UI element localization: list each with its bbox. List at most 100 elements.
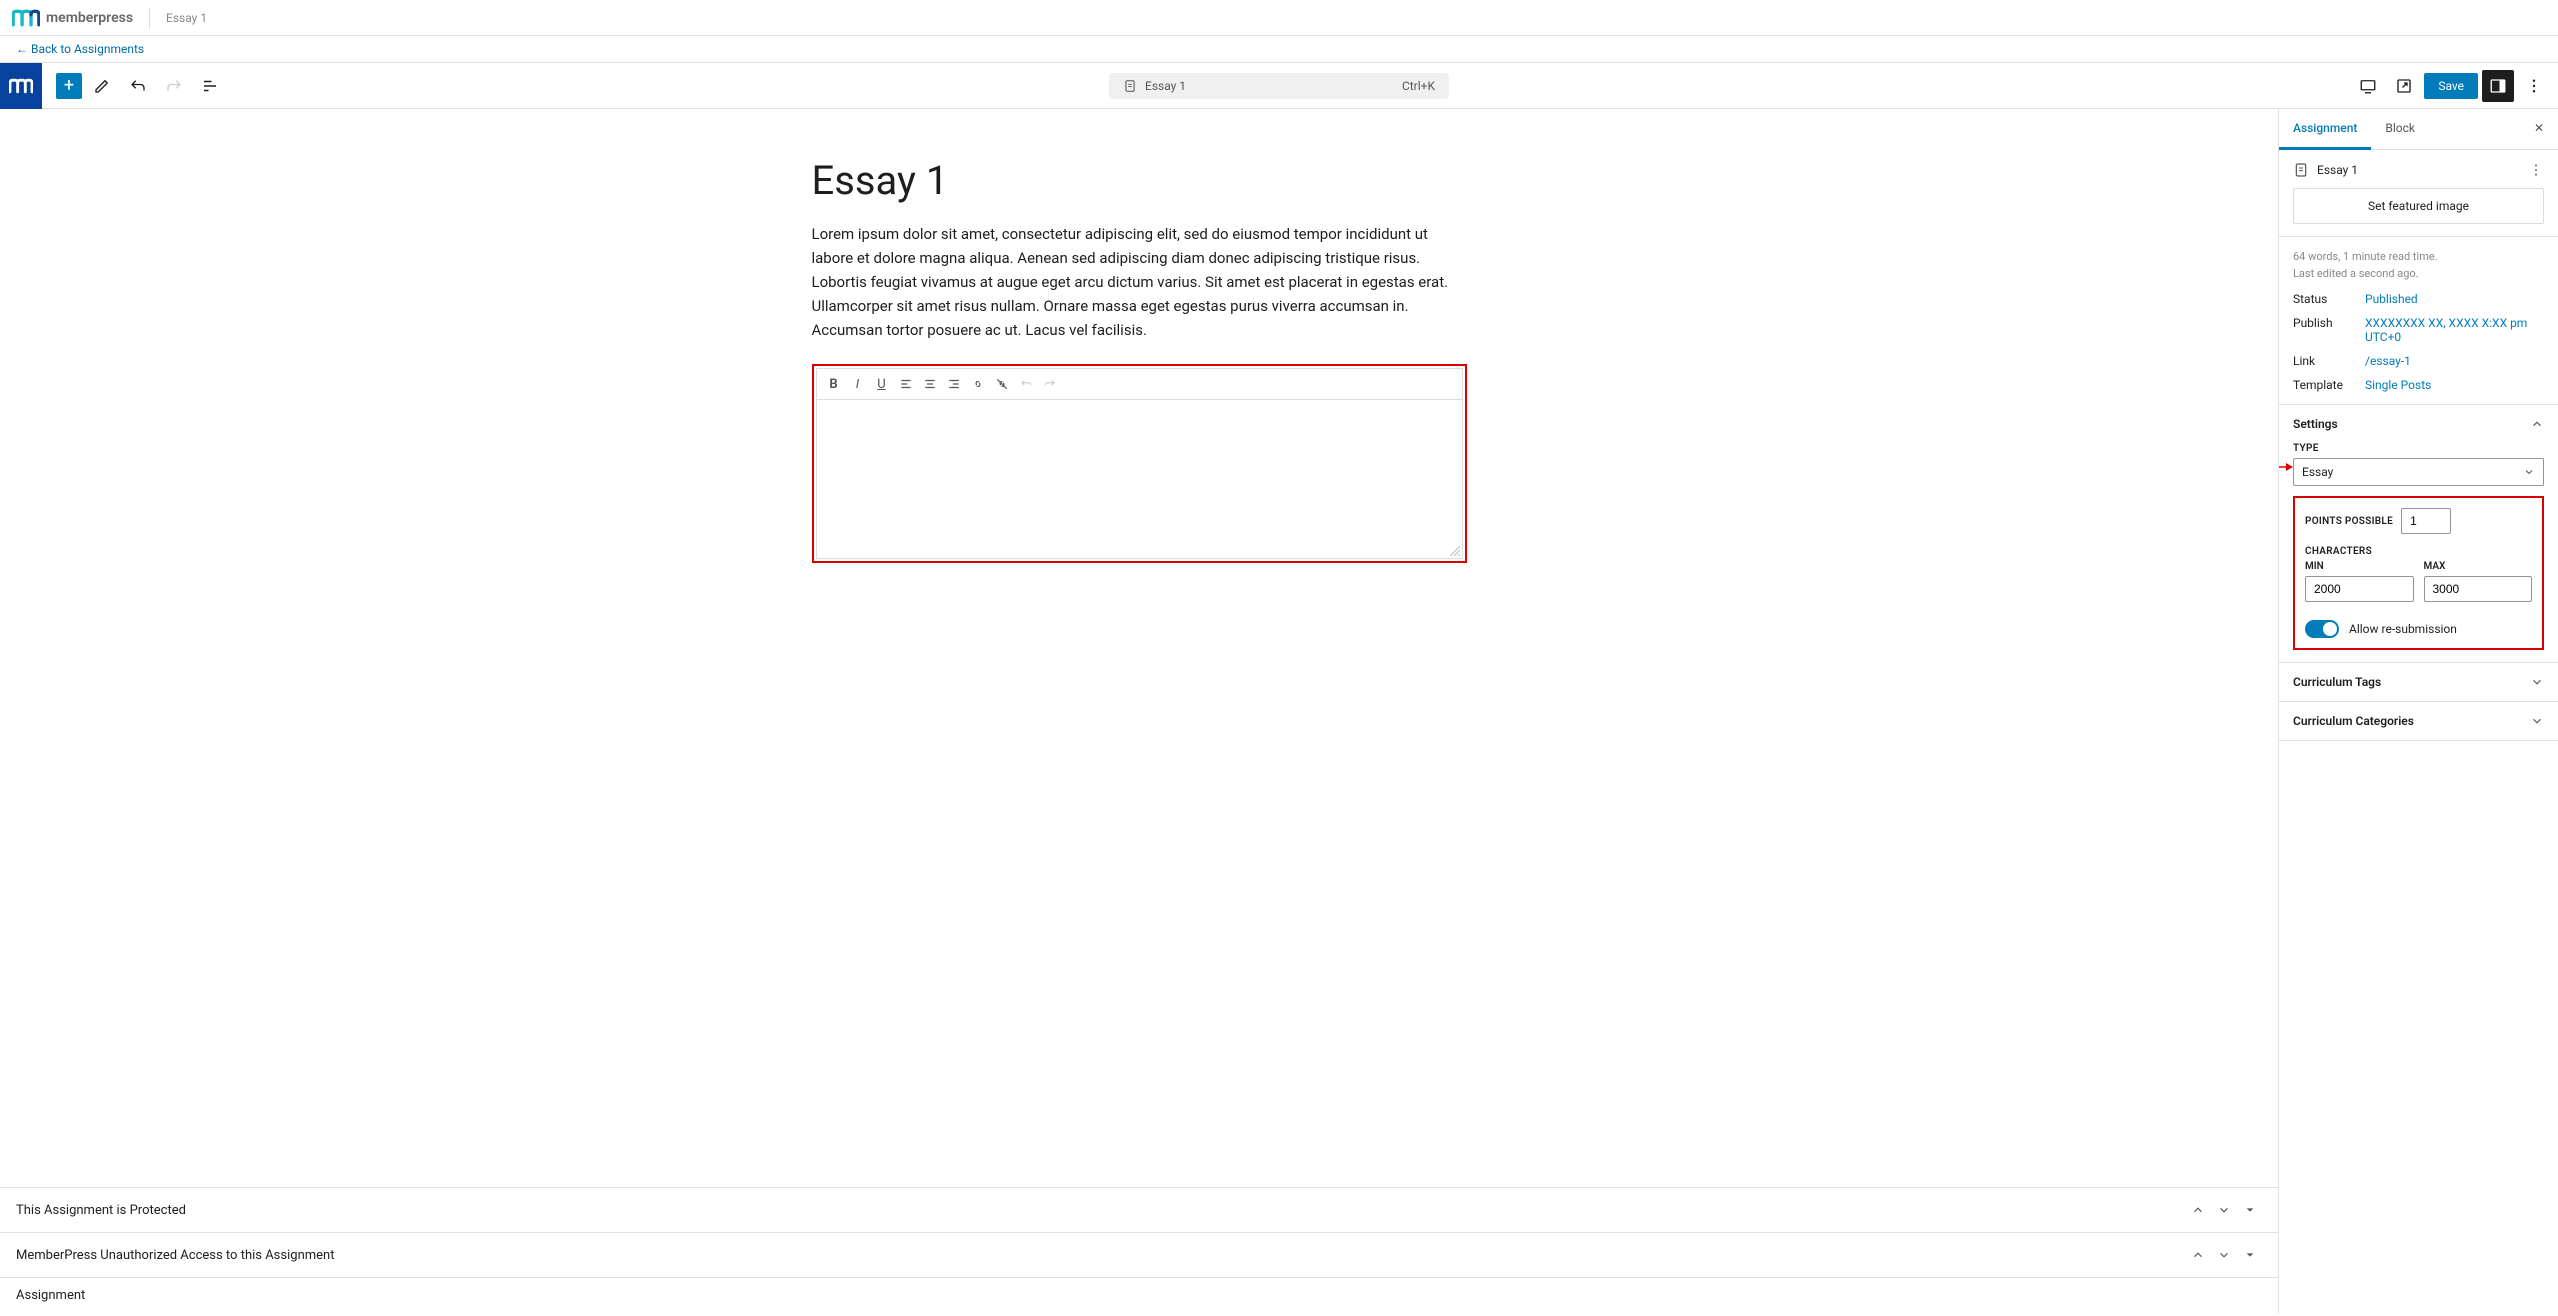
set-featured-image-button[interactable]: Set featured image [2293, 188, 2544, 224]
kv-publish[interactable]: PublishXXXXXXXX XX, XXXX X:XX pm UTC+0 [2293, 316, 2544, 344]
options-icon[interactable] [2518, 70, 2550, 102]
panel-unauthorized[interactable]: MemberPress Unauthorized Access to this … [0, 1232, 2278, 1277]
resize-handle-icon[interactable] [1450, 546, 1460, 556]
dropdown-icon[interactable] [2238, 1243, 2262, 1267]
topbar-left: + [0, 63, 226, 109]
sb-categories-section[interactable]: Curriculum Categories [2279, 702, 2558, 741]
brand-logo: memberpress [12, 8, 133, 28]
editor-area: Essay 1 Lorem ipsum dolor sit amet, cons… [0, 109, 2278, 1313]
chevron-up-icon [2530, 417, 2544, 431]
mp-home-button[interactable] [0, 63, 42, 109]
type-select[interactable]: Essay [2293, 458, 2544, 486]
tab-assignment[interactable]: Assignment [2279, 109, 2371, 150]
allow-resubmission-row: Allow re-submission [2305, 620, 2532, 638]
kv-link[interactable]: Link/essay-1 [2293, 354, 2544, 368]
sb-document-section: Essay 1 Set featured image [2279, 150, 2558, 237]
topbar-right: Save [2352, 70, 2558, 102]
document-icon [2293, 162, 2309, 178]
command-palette-title: Essay 1 [1145, 79, 1186, 93]
min-label: MIN [2305, 561, 2414, 572]
post-title[interactable]: Essay 1 [812, 157, 1467, 204]
memberpress-logo-icon [12, 8, 40, 28]
panel-protected[interactable]: This Assignment is Protected [0, 1187, 2278, 1232]
characters-label: CHARACTERS [2305, 546, 2532, 557]
align-right-icon[interactable] [943, 373, 965, 395]
document-icon [1123, 79, 1137, 93]
document-outline-icon[interactable] [194, 70, 226, 102]
kv-status[interactable]: StatusPublished [2293, 292, 2544, 306]
chevron-up-icon[interactable] [2186, 1243, 2210, 1267]
divider [149, 8, 150, 28]
back-to-assignments-link[interactable]: ← Back to Assignments [16, 42, 144, 56]
bold-icon[interactable]: B [823, 373, 845, 395]
tags-label: Curriculum Tags [2293, 675, 2381, 689]
back-link-row: ← Back to Assignments [0, 36, 2558, 63]
close-icon[interactable]: ✕ [2520, 109, 2558, 149]
sb-settings-section: Settings TYPE Essay POINTS POSSIBLE CHAR… [2279, 405, 2558, 663]
command-palette[interactable]: Essay 1 Ctrl+K [1109, 73, 1449, 99]
add-block-button[interactable]: + [56, 73, 82, 99]
italic-icon[interactable]: I [847, 373, 869, 395]
device-preview-icon[interactable] [2352, 70, 2384, 102]
more-options-icon[interactable] [2528, 162, 2544, 178]
red-highlight-box: POINTS POSSIBLE CHARACTERS MIN MAX [2293, 496, 2544, 650]
chevron-down-icon[interactable] [2212, 1198, 2236, 1222]
editor-topbar: + Essay 1 Ctrl+K Save [0, 63, 2558, 109]
meta-edited: Last edited a second ago. [2293, 266, 2544, 283]
red-arrow-annotation [2278, 461, 2293, 473]
save-button[interactable]: Save [2424, 73, 2478, 99]
chevron-down-icon [2523, 466, 2535, 478]
kv-template[interactable]: TemplateSingle Posts [2293, 378, 2544, 392]
chevron-up-icon[interactable] [2186, 1198, 2210, 1222]
main-layout: Essay 1 Lorem ipsum dolor sit amet, cons… [0, 109, 2558, 1313]
panel-label: Assignment [16, 1288, 85, 1303]
chevron-down-icon [2530, 714, 2544, 728]
admin-bar: memberpress Essay 1 [0, 0, 2558, 36]
link-icon[interactable] [967, 373, 989, 395]
undo-icon[interactable] [122, 70, 154, 102]
underline-icon[interactable]: U [871, 373, 893, 395]
brand-text: memberpress [46, 10, 133, 26]
dropdown-icon[interactable] [2238, 1198, 2262, 1222]
max-label: MAX [2424, 561, 2533, 572]
settings-label: Settings [2293, 417, 2338, 431]
rt-redo-icon[interactable] [1039, 373, 1061, 395]
sidebar-toggle-button[interactable] [2482, 70, 2514, 102]
panel-label: This Assignment is Protected [16, 1203, 186, 1218]
richtext-editor-wrap: B I U [812, 364, 1467, 563]
sidebar: Assignment Block ✕ Essay 1 Set featured … [2278, 109, 2558, 1313]
chevron-down-icon [2530, 675, 2544, 689]
settings-panel-head[interactable]: Settings [2293, 417, 2544, 431]
edit-icon[interactable] [86, 70, 118, 102]
richtext-body[interactable] [816, 399, 1463, 559]
back-link-label: Back to Assignments [31, 42, 144, 56]
align-left-icon[interactable] [895, 373, 917, 395]
align-center-icon[interactable] [919, 373, 941, 395]
unlink-icon[interactable] [991, 373, 1013, 395]
richtext-toolbar: B I U [816, 368, 1463, 399]
view-post-icon[interactable] [2388, 70, 2420, 102]
panel-assignment[interactable]: Assignment [0, 1277, 2278, 1313]
chevron-down-icon[interactable] [2212, 1243, 2236, 1267]
max-chars-input[interactable] [2424, 576, 2533, 602]
sb-doc-title: Essay 1 [2317, 163, 2358, 177]
sidebar-tabs: Assignment Block ✕ [2279, 109, 2558, 150]
points-possible-label: POINTS POSSIBLE [2305, 516, 2393, 527]
min-chars-input[interactable] [2305, 576, 2414, 602]
allow-resubmission-label: Allow re-submission [2349, 622, 2457, 636]
tab-block[interactable]: Block [2371, 109, 2429, 149]
meta-words: 64 words, 1 minute read time. [2293, 249, 2544, 266]
points-possible-input[interactable] [2401, 508, 2451, 534]
sb-meta-section: 64 words, 1 minute read time. Last edite… [2279, 237, 2558, 405]
rt-undo-icon[interactable] [1015, 373, 1037, 395]
sb-doc-header: Essay 1 [2293, 162, 2358, 178]
categories-label: Curriculum Categories [2293, 714, 2414, 728]
command-palette-shortcut: Ctrl+K [1402, 79, 1435, 93]
post-body[interactable]: Lorem ipsum dolor sit amet, consectetur … [812, 222, 1467, 342]
panel-controls [2186, 1243, 2262, 1267]
sb-tags-section[interactable]: Curriculum Tags [2279, 663, 2558, 702]
redo-icon[interactable] [158, 70, 190, 102]
bottom-panels: This Assignment is Protected MemberPress… [0, 1187, 2278, 1313]
panel-label: MemberPress Unauthorized Access to this … [16, 1248, 334, 1263]
allow-resubmission-toggle[interactable] [2305, 620, 2339, 638]
